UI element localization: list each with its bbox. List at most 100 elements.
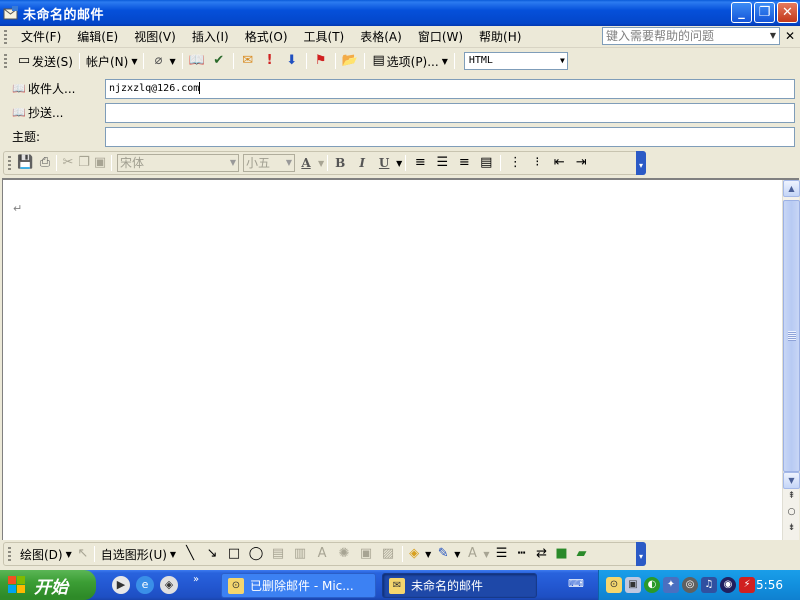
previous-page-icon[interactable]: ⇞ [785, 491, 798, 505]
media-icon[interactable]: ◉ [720, 577, 736, 593]
justify-icon[interactable]: ▤ [478, 155, 494, 171]
rectangle-icon[interactable]: □ [226, 546, 242, 562]
restore-button[interactable]: ❐ [754, 2, 775, 23]
check-names-button[interactable]: ✔ [208, 51, 230, 71]
account-button[interactable]: 帐户(N) ▼ [83, 51, 141, 71]
line-color-icon[interactable]: ✎ [435, 546, 451, 562]
help-question-input[interactable]: 键入需要帮助的问题 ▼ [602, 27, 780, 45]
bullet-list-icon[interactable]: ⁝ [529, 155, 545, 171]
next-page-icon[interactable]: ⇟ [785, 523, 798, 537]
menu-file[interactable]: 文件(F) [13, 28, 69, 45]
menu-tools[interactable]: 工具(T) [296, 28, 353, 45]
subject-field[interactable] [105, 127, 795, 147]
decrease-indent-icon[interactable]: ⇤ [551, 155, 567, 171]
toolbar-grip[interactable] [4, 29, 7, 44]
menu-insert[interactable]: 插入(I) [184, 28, 237, 45]
start-button[interactable]: 开始 [0, 570, 96, 600]
cc-field[interactable] [105, 103, 795, 123]
toolbar-options-icon[interactable]: ▾ [636, 151, 646, 175]
save-icon[interactable]: 💾 [17, 155, 33, 171]
chevron-down-icon[interactable]: ▼ [286, 155, 292, 171]
menu-edit[interactable]: 编辑(E) [69, 28, 126, 45]
fill-color-icon[interactable]: ◈ [406, 546, 422, 562]
chevron-down-icon[interactable]: ▼ [230, 155, 236, 171]
align-left-icon[interactable]: ≡ [412, 155, 428, 171]
message-body[interactable]: ↵ ▲ ▼ ⇞ ○ ⇟ [2, 178, 800, 540]
paste-icon[interactable]: ▣ [92, 155, 108, 171]
copy-icon[interactable]: ❐ [76, 155, 92, 171]
close-document-icon[interactable]: ✕ [785, 29, 795, 43]
toolbar-options-icon[interactable]: ▾ [636, 542, 646, 566]
security-icon[interactable]: ⚡ [739, 577, 755, 593]
arrow-style-icon[interactable]: ⇄ [534, 546, 550, 562]
scroll-up-button[interactable]: ▲ [783, 180, 800, 197]
numbered-list-icon[interactable]: ⋮ [507, 155, 523, 171]
dash-style-icon[interactable]: ┅ [514, 546, 530, 562]
scroll-thumb[interactable] [783, 200, 800, 472]
clip-art-icon[interactable]: ▣ [358, 546, 374, 562]
toolbar-grip[interactable] [8, 547, 11, 561]
align-center-icon[interactable]: ☰ [434, 155, 450, 171]
draw-menu-button[interactable]: 绘图(D) ▼ [17, 544, 75, 564]
qq-icon[interactable]: ✦ [663, 577, 679, 593]
oval-icon[interactable]: ◯ [248, 546, 264, 562]
low-importance-button[interactable]: ⬇ [281, 51, 303, 71]
follow-up-button[interactable]: ⚑ [310, 51, 332, 71]
select-browse-object-icon[interactable]: ○ [785, 507, 798, 521]
media-player-icon[interactable]: ▶ [112, 576, 130, 594]
toolbar-grip[interactable] [4, 54, 7, 68]
print-icon[interactable]: ⎙ [37, 155, 53, 171]
diagram-icon[interactable]: ✺ [336, 546, 352, 562]
bold-button[interactable]: B [331, 156, 349, 170]
chevron-down-icon[interactable]: ▼ [767, 28, 779, 44]
shadow-icon[interactable]: ■ [554, 546, 570, 562]
outlook-tray-icon[interactable]: ⊙ [606, 577, 622, 593]
autoshapes-button[interactable]: 自选图形(U) ▼ [98, 544, 179, 564]
clock[interactable]: 5:56 [756, 578, 783, 592]
minimize-button[interactable]: _ [731, 2, 752, 23]
show-desktop-icon[interactable]: ◈ [160, 576, 178, 594]
picture-icon[interactable]: ▨ [380, 546, 396, 562]
select-objects-icon[interactable]: ↖ [75, 546, 91, 562]
cc-button[interactable]: 📖 抄送... [12, 104, 63, 121]
underline-button[interactable]: U [375, 156, 393, 170]
folder-button[interactable]: 📂 [339, 51, 361, 71]
wordart-icon[interactable]: A [314, 546, 330, 562]
address-book-button[interactable]: 📖 [186, 51, 208, 71]
text-box-icon[interactable]: ▤ [270, 546, 286, 562]
font-color-button[interactable]: A [297, 156, 315, 170]
to-button[interactable]: 📖 收件人... [12, 80, 75, 97]
send-button[interactable]: ▭ 发送(S) [13, 51, 76, 71]
arrow-icon[interactable]: ↘ [204, 546, 220, 562]
to-field[interactable]: njzxzlq@126.com [105, 79, 795, 99]
high-importance-button[interactable]: ! [259, 51, 281, 71]
cut-icon[interactable]: ✂ [60, 155, 76, 171]
menu-window[interactable]: 窗口(W) [410, 28, 471, 45]
font-size-select[interactable]: 小五 ▼ [243, 154, 295, 172]
scroll-down-button[interactable]: ▼ [783, 472, 800, 489]
font-color-icon[interactable]: A [464, 546, 480, 562]
menu-format[interactable]: 格式(O) [237, 28, 296, 45]
keyboard-icon[interactable]: ⌨ [568, 577, 586, 593]
message-format-select[interactable]: HTML ▼ [463, 52, 568, 70]
attach-button[interactable]: ⌀ ▼ [147, 51, 178, 71]
quick-launch-expand-icon[interactable]: » [193, 574, 199, 585]
3d-icon[interactable]: ▰ [574, 546, 590, 562]
increase-indent-icon[interactable]: ⇥ [573, 155, 589, 171]
vertical-scrollbar[interactable]: ▲ ▼ ⇞ ○ ⇟ [782, 180, 800, 540]
network-icon[interactable]: ▣ [625, 577, 641, 593]
taskbar-task-deleted-items[interactable]: ⊙ 已删除邮件 - Mic... [221, 573, 376, 598]
volume-icon[interactable]: ♫ [701, 577, 717, 593]
vertical-text-box-icon[interactable]: ▥ [292, 546, 308, 562]
envelope-button[interactable]: ✉ [237, 51, 259, 71]
italic-button[interactable]: I [353, 156, 371, 170]
options-button[interactable]: ▤ 选项(P)... ▼ [368, 51, 451, 71]
green-app-icon[interactable]: ◐ [644, 577, 660, 593]
toolbar-grip[interactable] [8, 156, 11, 170]
font-name-select[interactable]: 宋体 ▼ [117, 154, 239, 172]
menu-help[interactable]: 帮助(H) [471, 28, 529, 45]
chevron-down-icon[interactable]: ▼ [560, 53, 565, 69]
disc-icon[interactable]: ◎ [682, 577, 698, 593]
align-right-icon[interactable]: ≡ [456, 155, 472, 171]
close-button[interactable]: ✕ [777, 2, 798, 23]
